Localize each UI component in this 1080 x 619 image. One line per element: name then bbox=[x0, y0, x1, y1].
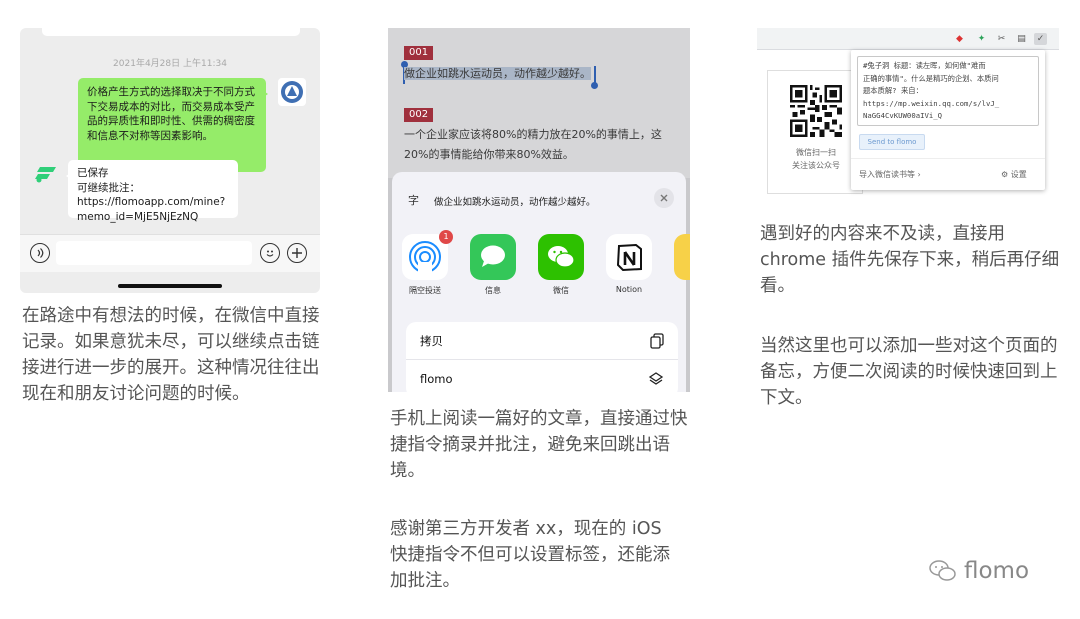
memo-line: #兔子洞 标题：读左晖，如何做"难而 bbox=[863, 61, 986, 70]
share-app-airdrop[interactable]: 1 隔空投送 bbox=[402, 230, 455, 296]
import-link[interactable]: 导入微信读书等 › bbox=[859, 169, 921, 180]
article-paragraph-line: 一个企业家应该将80%的精力放在20%的事情上，这 bbox=[404, 128, 662, 141]
action-copy[interactable]: 拷贝 bbox=[406, 322, 678, 360]
article-paragraph-line-2: 20%的事情能给你带来80%效益。 bbox=[404, 148, 574, 161]
share-app-notion[interactable]: Notion bbox=[606, 234, 659, 294]
share-sheet-title: 做企业如跳水运动员，动作越少越好。 bbox=[434, 197, 596, 208]
memo-line: NaGG4CvKUW00aIVi_Q bbox=[863, 111, 943, 121]
flomo-extension-popup: #兔子洞 标题：读左晖，如何做"难而 正确的事情"。什么是精巧的企划、本质问 题… bbox=[851, 50, 1045, 190]
app-label-notion: Notion bbox=[615, 285, 643, 294]
wechat-screenshot: 2021年4月28日 上午11:34 价格产生方式的选择取决于不同方式下交易成本… bbox=[20, 28, 320, 293]
caption-chrome-1: 遇到好的内容来不及读，直接用 chrome 插件先保存下来，稍后再仔细看。 bbox=[760, 224, 1060, 296]
send-to-flomo-button[interactable]: Send to flomo bbox=[859, 134, 925, 150]
app-label-wechat: 微信 bbox=[553, 286, 569, 295]
selection-handle-end[interactable] bbox=[591, 82, 598, 89]
caption-chrome-2: 当然这里也可以添加一些对这个页面的备忘，方便二次阅读的时候快速回到上下文。 bbox=[760, 336, 1058, 408]
share-app-partial[interactable] bbox=[674, 234, 690, 280]
caption-ios-2: 感谢第三方开发者 xx，现在的 iOS 快捷指令不但可以设置标签，还能添加批注。 bbox=[390, 519, 670, 591]
memo-line: 正确的事情"。什么是精巧的企划、本质问 bbox=[863, 73, 999, 83]
settings-link[interactable]: ⚙ 设置 bbox=[1001, 169, 1027, 180]
emoji-icon[interactable] bbox=[260, 243, 280, 263]
messages-icon bbox=[470, 234, 516, 280]
text-doc-icon: 字 bbox=[408, 194, 419, 207]
share-sheet: 字 做企业如跳水运动员，动作越少越好。 1 隔空投送 信息 微信 Notion … bbox=[392, 172, 690, 392]
film-icon[interactable]: ▤ bbox=[1015, 33, 1028, 45]
user-avatar[interactable] bbox=[278, 78, 306, 106]
notification-badge: 1 bbox=[439, 230, 453, 244]
notion-icon bbox=[606, 234, 652, 280]
close-icon[interactable] bbox=[654, 188, 674, 208]
selected-text: 做企业如跳水运动员，动作越少越好。 bbox=[404, 67, 591, 80]
qr-caption-1: 微信扫一扫 bbox=[796, 148, 836, 157]
app-label-airdrop: 隔空投送 bbox=[409, 286, 441, 295]
memo-line: 题本质解? 来自： bbox=[863, 86, 923, 96]
caption-wechat: 在路途中有想法的时候，在微信中直接记录。如果意犹未尽，可以继续点击链接进行进一步… bbox=[22, 306, 320, 404]
reply-saved-text: 已保存 bbox=[77, 167, 109, 179]
highlight-number-tag-2: 002 bbox=[404, 108, 434, 122]
chat-timestamp: 2021年4月28日 上午11:34 bbox=[113, 59, 227, 69]
message-input[interactable] bbox=[56, 241, 252, 265]
memo-textarea[interactable]: #兔子洞 标题：读左晖，如何做"难而 正确的事情"。什么是精巧的企划、本质问 题… bbox=[857, 56, 1039, 126]
action-copy-label: 拷贝 bbox=[420, 333, 443, 348]
ios-share-screenshot: 001 做企业如跳水运动员，动作越少越好。 002 一个企业家应该将80%的精力… bbox=[388, 28, 690, 392]
popup-footer: 导入微信读书等 › ⚙ 设置 bbox=[851, 158, 1045, 190]
qr-code-icon bbox=[790, 85, 842, 137]
flomo-extension-icon[interactable]: ✓ bbox=[1034, 33, 1047, 45]
reply-message-bubble[interactable]: 已保存 可继续批注：https://flomoapp.com/mine?memo… bbox=[66, 160, 238, 223]
sent-message-bubble[interactable]: 价格产生方式的选择取决于不同方式下交易成本的对比，而交易成本受产品的异质性和即时… bbox=[78, 78, 268, 172]
action-flomo-label: flomo bbox=[420, 372, 453, 386]
share-app-messages[interactable]: 信息 bbox=[470, 234, 523, 296]
flomo-watermark: flomo bbox=[928, 558, 1029, 584]
caption-ios-1: 手机上阅读一篇好的文章，直接通过快捷指令摘录并批注，避免来回跳出语境。 bbox=[390, 409, 688, 481]
app-label-messages: 信息 bbox=[485, 286, 501, 295]
plus-icon[interactable] bbox=[287, 243, 307, 263]
memo-line: https://mp.weixin.qq.com/s/lvJ_ bbox=[863, 98, 1000, 108]
home-indicator bbox=[118, 284, 222, 288]
browser-toolbar bbox=[757, 28, 1059, 50]
scissors-icon[interactable]: ✂ bbox=[995, 33, 1008, 45]
flomo-logo-icon bbox=[35, 167, 56, 183]
share-actions: 拷贝 flomo bbox=[406, 322, 678, 392]
wechat-watermark-icon bbox=[929, 560, 956, 581]
highlight-number-tag: 001 bbox=[404, 46, 434, 60]
layers-icon bbox=[648, 372, 664, 385]
selected-text-line[interactable]: 做企业如跳水运动员，动作越少越好。 bbox=[404, 63, 591, 85]
qr-caption-2: 关注该公众号 bbox=[792, 161, 840, 170]
copy-icon bbox=[650, 332, 664, 349]
reply-link-text[interactable]: 可继续批注：https://flomoapp.com/mine?memo_id=… bbox=[77, 181, 229, 225]
previous-message-bubble bbox=[42, 28, 300, 36]
flomo-bot-avatar[interactable] bbox=[32, 160, 60, 188]
watermark-text: flomo bbox=[964, 558, 1030, 584]
avatar-image-icon bbox=[281, 81, 303, 103]
qr-card: 微信扫一扫 关注该公众号 bbox=[767, 70, 863, 194]
action-flomo[interactable]: flomo bbox=[406, 360, 678, 392]
share-app-wechat[interactable]: 微信 bbox=[538, 234, 591, 296]
share-sheet-header: 字 做企业如跳水运动员，动作越少越好。 bbox=[402, 182, 676, 218]
leaf-icon[interactable]: ✦ bbox=[975, 33, 988, 45]
chrome-extension-screenshot: ◆ ✦ ✂ ▤ ✓ 微信扫一扫 关注该公众号 #兔子洞 标题：读左晖，如何做"难… bbox=[757, 28, 1059, 196]
wechat-icon bbox=[538, 234, 584, 280]
voice-icon[interactable] bbox=[30, 243, 50, 263]
shield-icon[interactable]: ◆ bbox=[953, 33, 966, 45]
